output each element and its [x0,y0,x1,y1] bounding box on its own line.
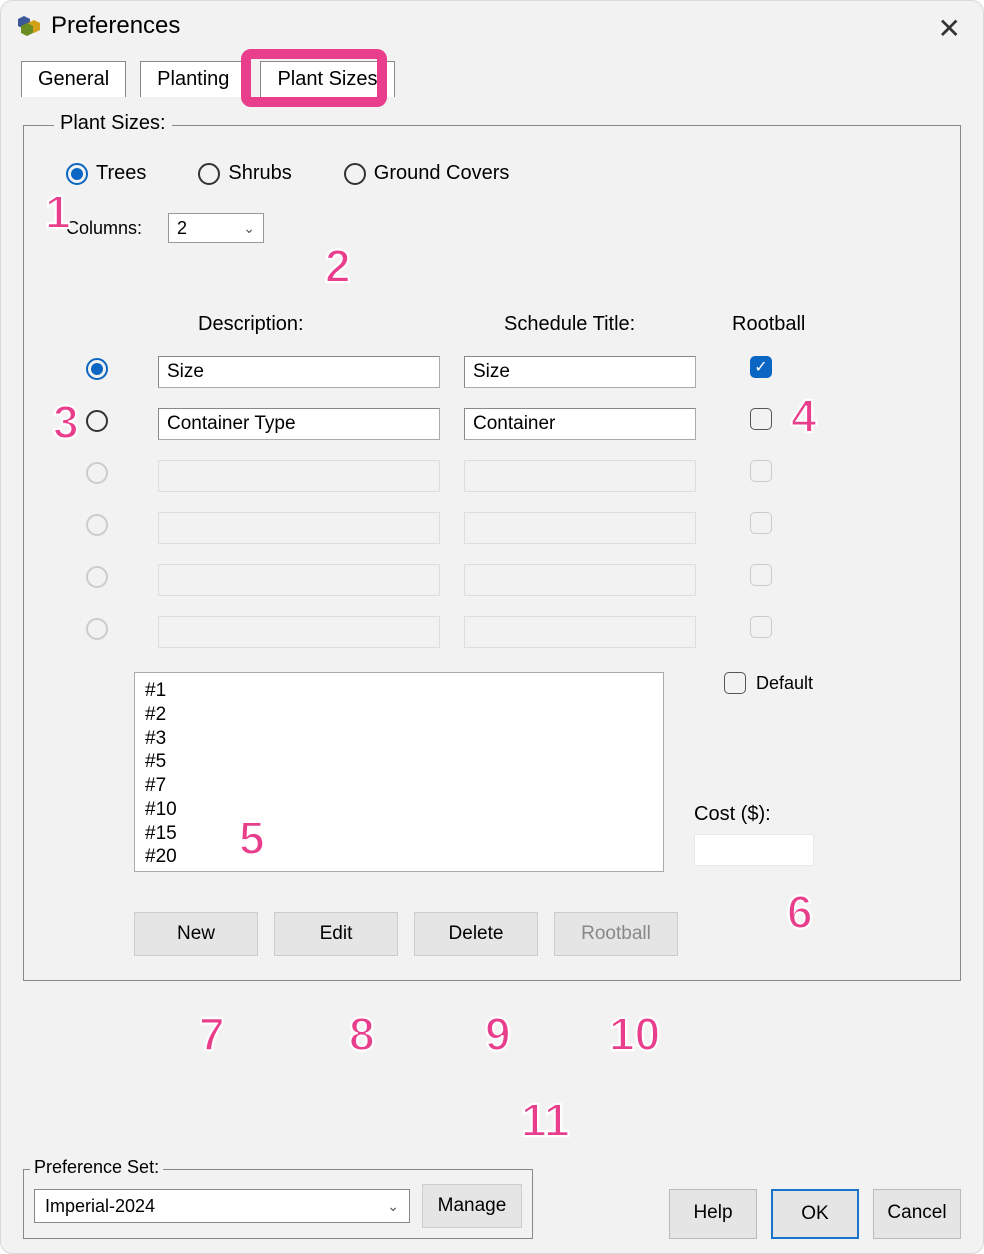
radio-trees-label: Trees [96,162,146,185]
row-radio-3 [86,462,108,484]
preference-set-legend: Preference Set: [30,1157,163,1178]
edit-button[interactable]: Edit [274,912,398,956]
list-item[interactable]: #3 [145,727,653,751]
description-input-4 [158,512,440,544]
list-item[interactable]: #7 [145,774,653,798]
marker-11: 11 [521,1093,570,1147]
radio-ground-covers[interactable] [344,163,366,185]
columns-label: Columns: [66,218,142,239]
header-rootball: Rootball [720,313,938,336]
help-button[interactable]: Help [669,1189,757,1239]
rootball-button[interactable]: Rootball [554,912,678,956]
schedule-input-3 [464,460,696,492]
manage-button[interactable]: Manage [422,1184,522,1228]
marker-9: 9 [485,1007,511,1061]
marker-7: 7 [199,1007,225,1061]
marker-8: 8 [349,1007,375,1061]
cancel-button[interactable]: Cancel [873,1189,961,1239]
cost-input[interactable] [694,834,814,866]
preference-set-select[interactable]: Imperial-2024 ⌄ [34,1189,410,1223]
list-item[interactable]: #10 [145,798,653,822]
schedule-input-4 [464,512,696,544]
app-icon [17,14,41,38]
tab-plant-sizes[interactable]: Plant Sizes [260,61,394,97]
schedule-input-2[interactable]: Container [464,408,696,440]
radio-trees[interactable] [66,163,88,185]
default-label: Default [756,673,813,694]
default-checkbox[interactable] [724,672,746,694]
chevron-down-icon: ⌄ [243,220,255,237]
size-list[interactable]: #1 #2 #3 #5 #7 #10 #15 #20 [134,672,664,872]
cost-label: Cost ($): [694,803,771,826]
list-item[interactable]: #5 [145,750,653,774]
group-legend: Plant Sizes: [54,112,172,135]
marker-10: 10 [609,1007,660,1061]
row-radio-2[interactable] [86,410,108,432]
schedule-input-1[interactable]: Size [464,356,696,388]
rootball-checkbox-3 [750,460,772,482]
radio-ground-covers-label: Ground Covers [374,162,510,185]
header-description: Description: [158,313,440,336]
description-input-2[interactable]: Container Type [158,408,440,440]
close-icon[interactable]: ✕ [938,15,961,43]
ok-button[interactable]: OK [771,1189,859,1239]
list-item[interactable]: #2 [145,703,653,727]
row-radio-4 [86,514,108,536]
columns-value: 2 [177,218,187,239]
new-button[interactable]: New [134,912,258,956]
plant-sizes-group: Plant Sizes: Trees Shrubs Ground Covers … [23,125,961,981]
description-input-1[interactable]: Size [158,356,440,388]
tabs: General Planting Plant Sizes [1,61,983,97]
tab-general[interactable]: General [21,61,126,97]
rootball-checkbox-5 [750,564,772,586]
description-input-3 [158,460,440,492]
rootball-checkbox-6 [750,616,772,638]
list-item[interactable]: #1 [145,679,653,703]
row-radio-5 [86,566,108,588]
description-input-5 [158,564,440,596]
delete-button[interactable]: Delete [414,912,538,956]
preference-set-group: Preference Set: Imperial-2024 ⌄ Manage [23,1169,533,1239]
schedule-input-5 [464,564,696,596]
header-schedule-title: Schedule Title: [464,313,696,336]
window-title: Preferences [51,12,180,40]
list-item[interactable]: #15 [145,822,653,846]
rootball-checkbox-2[interactable] [750,408,772,430]
list-item[interactable]: #20 [145,845,653,869]
tab-planting[interactable]: Planting [140,61,246,97]
columns-select[interactable]: 2 ⌄ [168,213,264,243]
radio-shrubs-label: Shrubs [228,162,291,185]
chevron-down-icon: ⌄ [387,1198,399,1215]
radio-shrubs[interactable] [198,163,220,185]
row-radio-6 [86,618,108,640]
row-radio-1[interactable] [86,358,108,380]
rootball-checkbox-1[interactable]: ✓ [750,356,772,378]
rootball-checkbox-4 [750,512,772,534]
preference-set-value: Imperial-2024 [45,1196,155,1217]
schedule-input-6 [464,616,696,648]
description-input-6 [158,616,440,648]
